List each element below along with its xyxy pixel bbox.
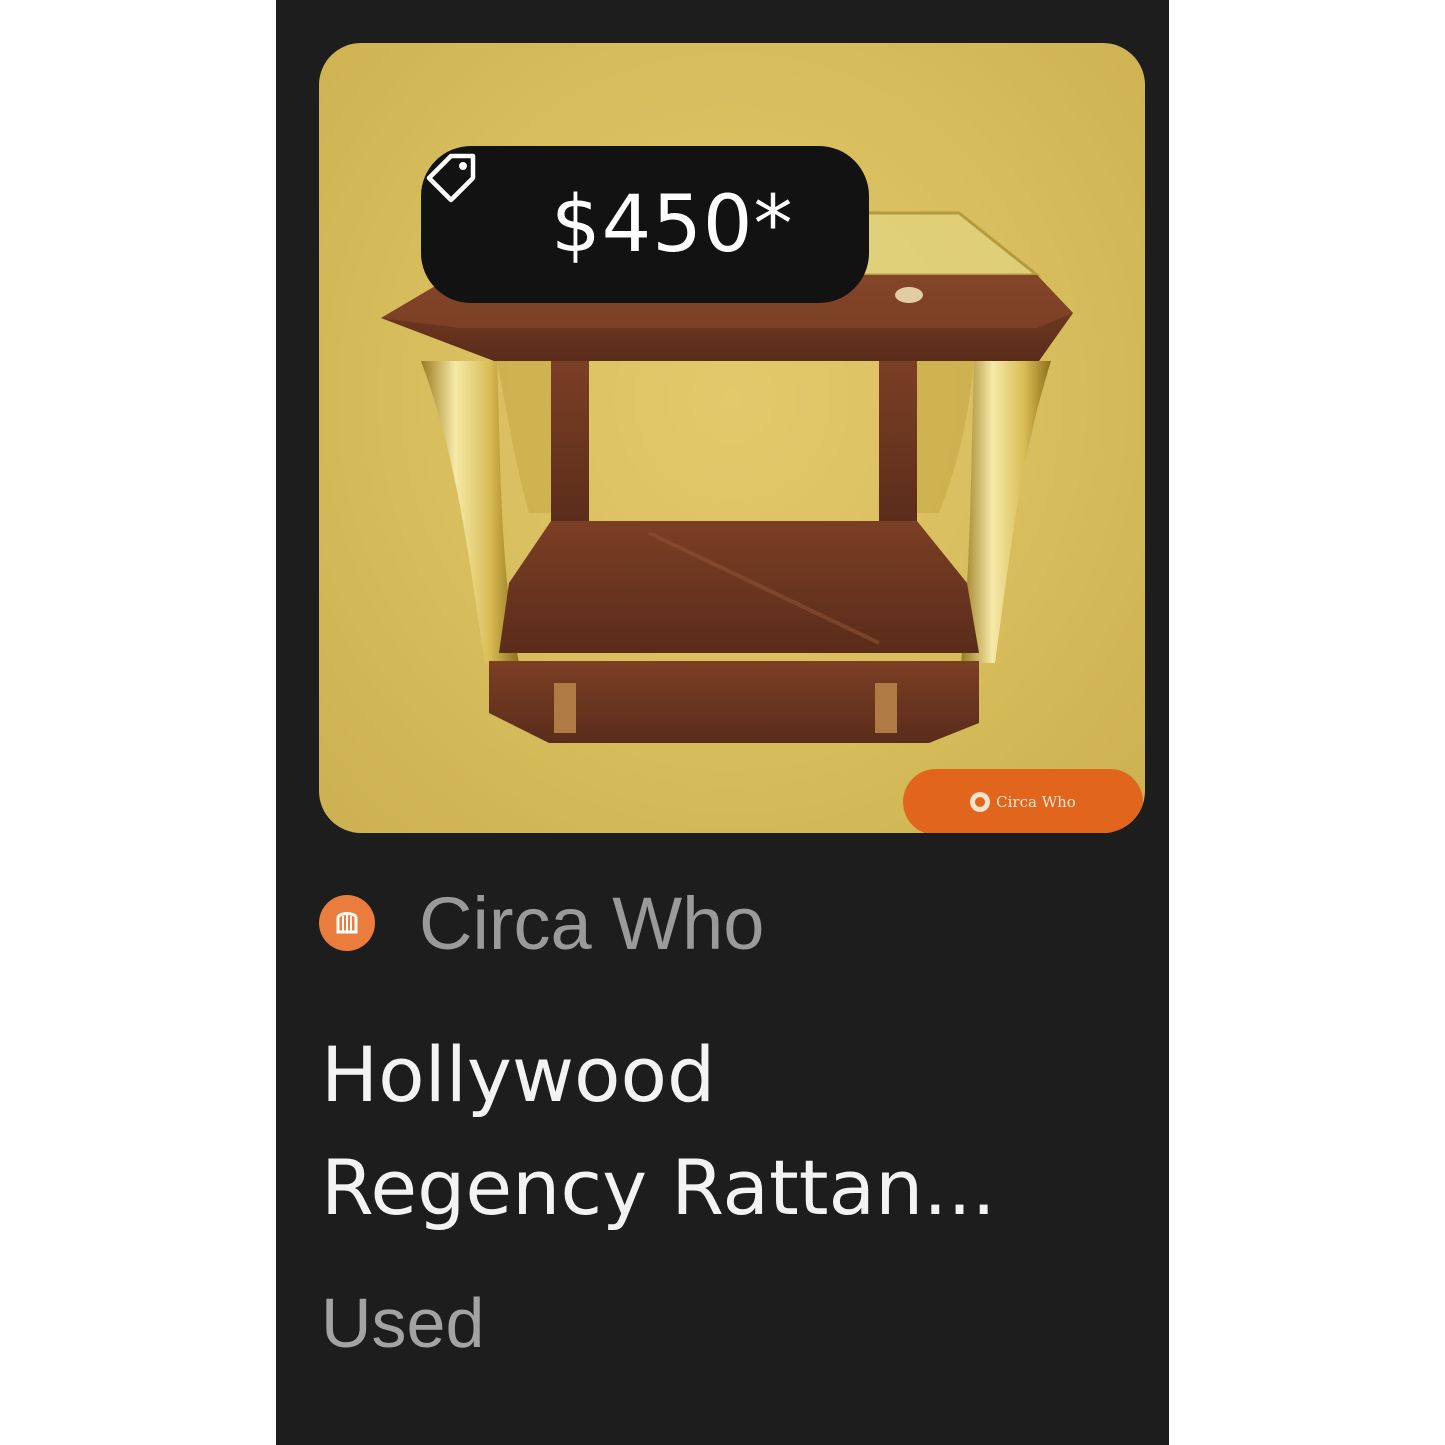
seller-avatar-icon [319,895,375,951]
listing-card[interactable]: $450* Circa Who Circa Who Hollywood Rege… [276,0,1169,1445]
watermark-icon [970,792,991,812]
price-badge: $450* [421,146,869,303]
watermark-text: Circa Who [996,793,1076,811]
tag-icon [426,153,529,256]
listing-title-line-2: Regency Rattan... [321,1143,996,1232]
listing-photo[interactable]: $450* Circa Who [319,43,1145,833]
price-label: $450* [551,179,794,270]
seller-row[interactable]: Circa Who [319,878,764,968]
condition-label: Used [321,1284,485,1362]
listing-title[interactable]: Hollywood Regency Rattan... [321,1018,1121,1244]
listing-title-line-1: Hollywood [321,1030,716,1119]
seller-name[interactable]: Circa Who [419,881,764,966]
watermark-logo: Circa Who [903,769,1143,833]
